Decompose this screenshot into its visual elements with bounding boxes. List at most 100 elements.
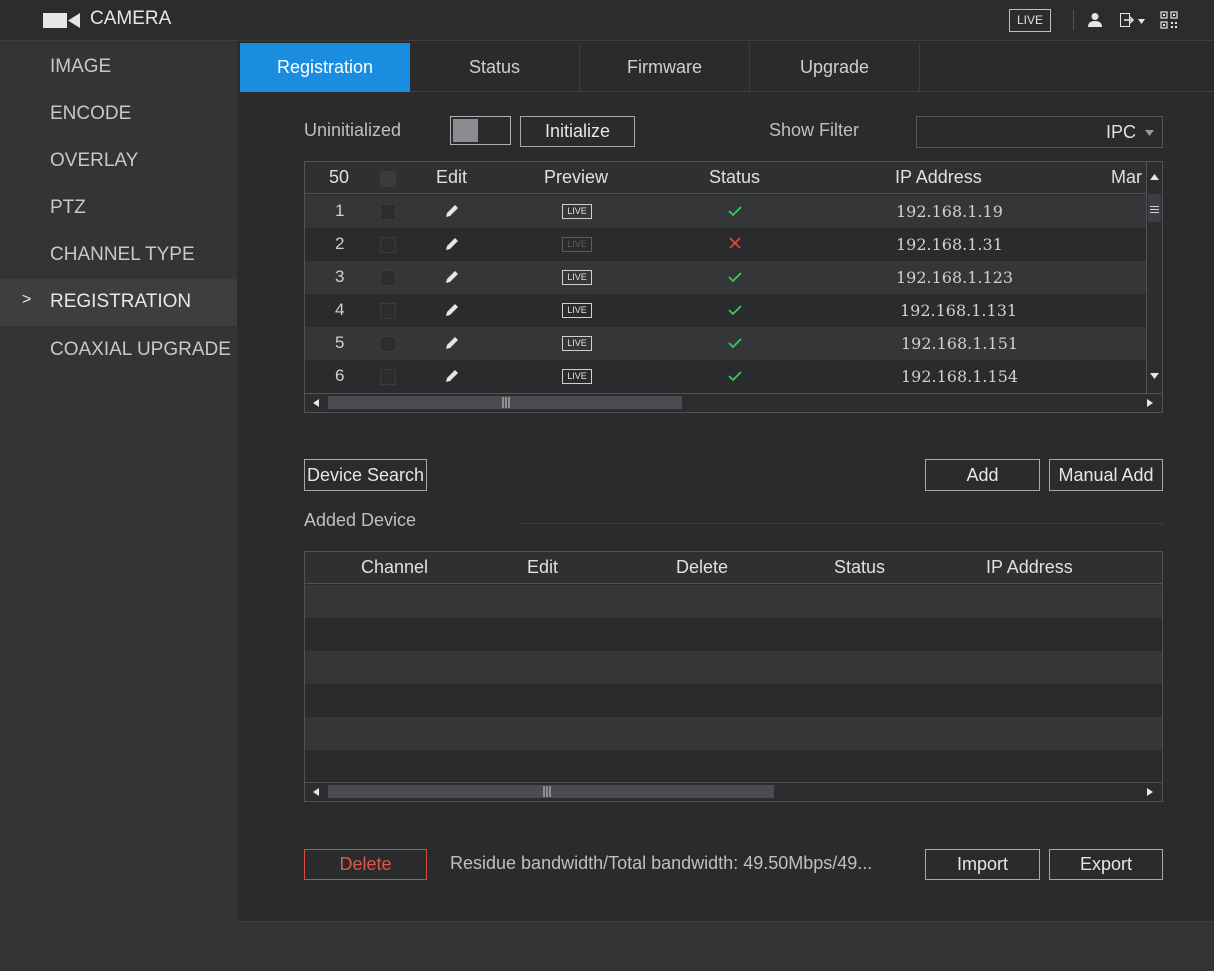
sidebar-item-registration[interactable]: > REGISTRATION — [0, 279, 237, 326]
table-row[interactable]: 3 LIVE 192.168.1.123 — [305, 261, 1146, 294]
export-button[interactable]: Export — [1049, 849, 1163, 880]
edit-icon[interactable] — [444, 203, 460, 219]
ip-address: 192.168.1.151 — [901, 334, 1019, 353]
chevron-right-icon: > — [22, 291, 32, 308]
horizontal-scrollbar[interactable] — [305, 782, 1162, 800]
sidebar-item-label: REGISTRATION — [50, 291, 192, 312]
add-button[interactable]: Add — [925, 459, 1040, 491]
app-title: CAMERA — [90, 8, 172, 29]
device-table: 50 Edit Preview Status IP Address Mar 1 … — [304, 161, 1163, 413]
row-checkbox[interactable] — [380, 336, 396, 352]
status-error-icon — [729, 237, 741, 249]
preview-live-icon[interactable]: LIVE — [562, 270, 592, 285]
scroll-up-icon[interactable] — [1150, 174, 1159, 180]
row-number: 6 — [335, 366, 345, 385]
sidebar-item-image[interactable]: IMAGE — [0, 44, 237, 91]
row-checkbox[interactable] — [380, 369, 396, 385]
show-filter-label: Show Filter — [769, 120, 860, 140]
scroll-left-icon[interactable] — [313, 788, 319, 796]
scroll-right-icon[interactable] — [1147, 788, 1153, 796]
sidebar: IMAGE ENCODE OVERLAY PTZ CHANNEL TYPE > … — [0, 41, 237, 971]
delete-button[interactable]: Delete — [304, 849, 427, 880]
edit-icon[interactable] — [444, 335, 460, 351]
ip-address: 192.168.1.31 — [896, 235, 1003, 254]
row-number: 4 — [335, 300, 345, 319]
ip-address: 192.168.1.154 — [901, 367, 1019, 386]
vertical-scrollbar[interactable] — [1146, 162, 1162, 393]
preview-live-icon[interactable]: LIVE — [562, 237, 592, 252]
added-device-label: Added Device — [304, 510, 417, 530]
preview-live-icon[interactable]: LIVE — [562, 369, 592, 384]
scroll-left-icon[interactable] — [313, 399, 319, 407]
status-ok-icon — [728, 305, 742, 316]
column-header-ip-address: IP Address — [895, 167, 982, 187]
sidebar-item-coaxial-upgrade[interactable]: COAXIAL UPGRADE — [0, 327, 237, 374]
table-row — [305, 717, 1162, 750]
filter-value: IPC — [1105, 122, 1136, 142]
horizontal-scrollbar[interactable] — [305, 393, 1162, 411]
chevron-down-icon — [1145, 130, 1154, 136]
edit-icon[interactable] — [444, 236, 460, 252]
sidebar-item-label: CHANNEL TYPE — [50, 244, 195, 265]
scroll-grip-icon — [502, 397, 510, 408]
select-all-checkbox[interactable] — [380, 171, 396, 187]
edit-icon[interactable] — [444, 269, 460, 285]
scroll-down-icon[interactable] — [1150, 373, 1159, 379]
chevron-down-icon[interactable] — [1138, 19, 1145, 24]
sidebar-item-channel-type[interactable]: CHANNEL TYPE — [0, 232, 237, 279]
camera-icon — [43, 13, 80, 28]
import-button[interactable]: Import — [925, 849, 1040, 880]
table-row — [305, 684, 1162, 717]
row-checkbox[interactable] — [380, 270, 396, 286]
preview-live-icon[interactable]: LIVE — [562, 336, 592, 351]
manual-add-button[interactable]: Manual Add — [1049, 459, 1163, 491]
sidebar-item-overlay[interactable]: OVERLAY — [0, 138, 237, 185]
status-ok-icon — [728, 272, 742, 283]
initialize-button[interactable]: Initialize — [520, 116, 635, 147]
qr-code-icon[interactable] — [1160, 11, 1178, 29]
table-row[interactable]: 4 LIVE 192.168.1.131 — [305, 294, 1146, 327]
table-row[interactable]: 2 LIVE 192.168.1.31 — [305, 228, 1146, 261]
tab-status[interactable]: Status — [410, 43, 580, 92]
row-number: 3 — [335, 267, 345, 286]
column-header-channel: Channel — [361, 557, 429, 577]
user-icon[interactable] — [1088, 12, 1102, 28]
row-checkbox[interactable] — [380, 204, 396, 220]
show-filter-select[interactable]: IPC — [916, 116, 1163, 148]
scroll-thumb[interactable] — [328, 785, 774, 798]
tab-firmware[interactable]: Firmware — [580, 43, 750, 92]
scroll-right-icon[interactable] — [1147, 399, 1153, 407]
ip-address: 192.168.1.19 — [896, 202, 1003, 221]
sidebar-item-label: COAXIAL UPGRADE — [50, 339, 231, 360]
column-header-ip-address: IP Address — [986, 557, 1073, 577]
table-row — [305, 750, 1162, 783]
table-row[interactable]: 5 LIVE 192.168.1.151 — [305, 327, 1146, 360]
preview-live-icon[interactable]: LIVE — [562, 204, 592, 219]
tab-registration[interactable]: Registration — [240, 43, 410, 92]
table-row[interactable]: 1 LIVE 192.168.1.19 — [305, 195, 1146, 228]
column-header-edit: Edit — [436, 167, 468, 187]
device-search-button[interactable]: Device Search — [304, 459, 427, 491]
column-header-count: 50 — [329, 167, 350, 187]
column-header-status: Status — [834, 557, 886, 577]
uninitialized-toggle[interactable] — [450, 116, 511, 145]
edit-icon[interactable] — [444, 302, 460, 318]
bandwidth-text: Residue bandwidth/Total bandwidth: 49.50… — [450, 853, 873, 873]
tab-upgrade[interactable]: Upgrade — [750, 43, 920, 92]
row-checkbox[interactable] — [380, 303, 396, 319]
live-button[interactable]: LIVE — [1009, 9, 1051, 32]
preview-live-icon[interactable]: LIVE — [562, 303, 592, 318]
sidebar-item-encode[interactable]: ENCODE — [0, 91, 237, 138]
toggle-knob — [453, 119, 478, 142]
section-divider — [520, 523, 1163, 524]
column-header-delete: Delete — [676, 557, 729, 577]
sidebar-item-label: OVERLAY — [50, 150, 139, 171]
scroll-grip-icon — [1150, 206, 1159, 213]
sidebar-item-ptz[interactable]: PTZ — [0, 185, 237, 232]
table-row[interactable]: 6 LIVE 192.168.1.154 — [305, 360, 1146, 393]
table-header: 50 Edit Preview Status IP Address Mar — [305, 162, 1146, 194]
logout-icon[interactable] — [1120, 13, 1136, 27]
row-checkbox[interactable] — [380, 237, 396, 253]
top-bar: CAMERA LIVE — [0, 0, 1214, 41]
edit-icon[interactable] — [444, 368, 460, 384]
